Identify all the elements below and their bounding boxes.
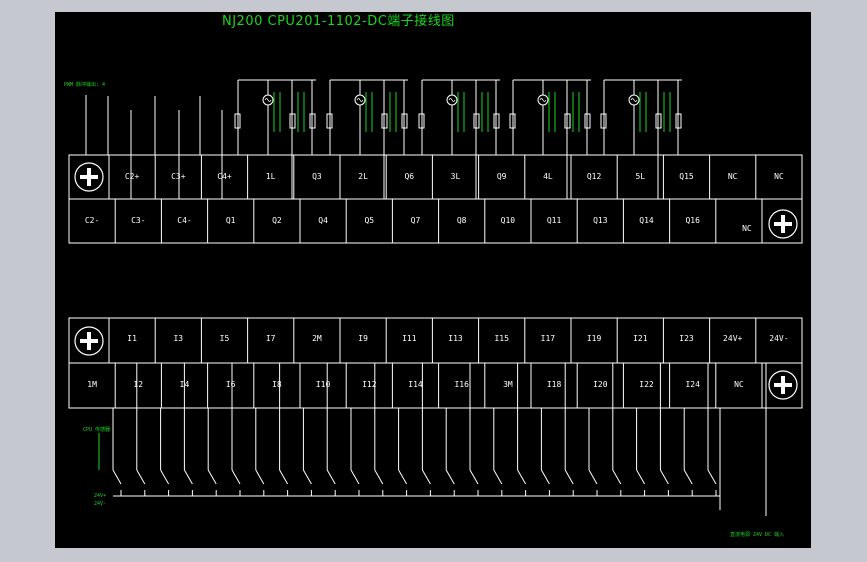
terminal-label: 5L (635, 172, 646, 181)
terminal-label: 3L (450, 172, 461, 181)
terminal-label: I21 (633, 334, 648, 343)
source-note: 24V- (94, 501, 107, 507)
switch-contact-icon (636, 469, 646, 485)
terminal-label: Q1 (225, 216, 236, 225)
switch-contact-icon (540, 469, 550, 485)
terminal-label: 1M (87, 380, 97, 389)
lamp-load-icon (630, 98, 638, 102)
terminal-label: C2+ (124, 172, 140, 181)
terminal-label: I8 (272, 380, 282, 389)
terminal-label: I4 (179, 380, 190, 389)
terminal-label: C3- (131, 216, 146, 225)
switch-contact-icon (469, 469, 479, 485)
terminal-label: I15 (494, 334, 509, 343)
terminal-label: NC (734, 380, 744, 389)
terminal-label: Q15 (679, 172, 694, 181)
terminal-label: I17 (540, 334, 556, 343)
switch-contact-icon (231, 469, 241, 485)
switch-contact-icon (588, 469, 598, 485)
terminal-label: I12 (362, 380, 377, 389)
terminal-label: C4+ (217, 172, 232, 181)
terminal-label: Q13 (593, 216, 608, 225)
lamp-load-icon (264, 98, 272, 102)
wiring-diagram (68, 79, 803, 516)
terminal-label: Q6 (404, 172, 415, 181)
lamp-load-icon (356, 98, 364, 102)
terminal-label: 4L (543, 172, 553, 181)
terminal-label: I16 (454, 380, 469, 389)
switch-contact-icon (493, 469, 503, 485)
terminal-label: I22 (639, 380, 654, 389)
terminal-label: Q5 (364, 216, 375, 225)
terminal-label: Q2 (272, 216, 282, 225)
switch-contact-icon (683, 469, 693, 485)
terminal-label: I2 (133, 380, 144, 389)
switch-contact-icon (160, 469, 170, 485)
terminal-label: Q12 (586, 172, 602, 181)
switch-contact-icon (183, 469, 193, 485)
terminal-label: I3 (173, 334, 184, 343)
switch-contact-icon (279, 469, 289, 485)
switch-contact-icon (612, 469, 622, 485)
terminal-label: Q8 (456, 216, 467, 225)
switch-contact-icon (255, 469, 265, 485)
terminal-label: I23 (679, 334, 694, 343)
switch-contact-icon (136, 469, 146, 485)
terminal-label: NC (727, 172, 738, 181)
switch-contact-icon (112, 469, 122, 485)
terminal-label: NC (774, 172, 784, 181)
terminal-label: 24V- (769, 334, 789, 343)
switch-contact-icon (517, 469, 527, 485)
switch-contact-icon (374, 469, 384, 485)
terminal-label: 1L (265, 172, 276, 181)
terminal-label: 3M (503, 380, 513, 389)
terminal-label: Q3 (312, 172, 322, 181)
terminal-label: I10 (315, 380, 331, 389)
terminal-label: Q16 (685, 216, 700, 225)
sink-note: 24V+ (94, 493, 107, 499)
left-input-note: CPU 传感器 (83, 427, 111, 433)
switch-contact-icon (207, 469, 217, 485)
terminal-label: I11 (402, 334, 417, 343)
terminal-label: I7 (265, 334, 276, 343)
terminal-label: I18 (546, 380, 562, 389)
switch-contact-icon (326, 469, 336, 485)
terminal-label: I20 (593, 380, 608, 389)
switch-contact-icon (564, 469, 574, 485)
terminal-label: 2L (358, 172, 368, 181)
terminal-label: 2M (312, 334, 322, 343)
terminal-label: I13 (448, 334, 463, 343)
terminal-label: I1 (127, 334, 137, 343)
terminal-label: I6 (225, 380, 236, 389)
terminal-label: 24V+ (723, 334, 743, 343)
switch-contact-icon (707, 469, 717, 485)
terminal-label: Q14 (639, 216, 654, 225)
terminal-label: I5 (219, 334, 230, 343)
lamp-load-icon (448, 98, 456, 102)
terminal-label: Q10 (500, 216, 516, 225)
terminal-label: C2- (84, 216, 100, 225)
terminal-label: I9 (358, 334, 368, 343)
terminal-label: I24 (685, 380, 700, 389)
switch-contact-icon (421, 469, 431, 485)
lamp-load-icon (539, 98, 547, 102)
terminal-label: Q4 (318, 216, 328, 225)
terminal-label: NC (742, 224, 752, 233)
power-note: 直流电源 24V DC 输入 (730, 532, 785, 538)
terminal-label: Q9 (496, 172, 507, 181)
terminal-label: I14 (408, 380, 423, 389)
switch-contact-icon (302, 469, 312, 485)
switch-contact-icon (350, 469, 360, 485)
terminal-label: C3+ (171, 172, 186, 181)
switch-contact-icon (445, 469, 455, 485)
terminal-label: Q7 (410, 216, 421, 225)
analog-note: PWM 脉冲输出: 4 (64, 82, 106, 88)
switch-contact-icon (398, 469, 408, 485)
terminal-label: I19 (586, 334, 602, 343)
terminal-label: C4- (177, 216, 192, 225)
terminal-label: Q11 (546, 216, 562, 225)
switch-contact-icon (659, 469, 669, 485)
